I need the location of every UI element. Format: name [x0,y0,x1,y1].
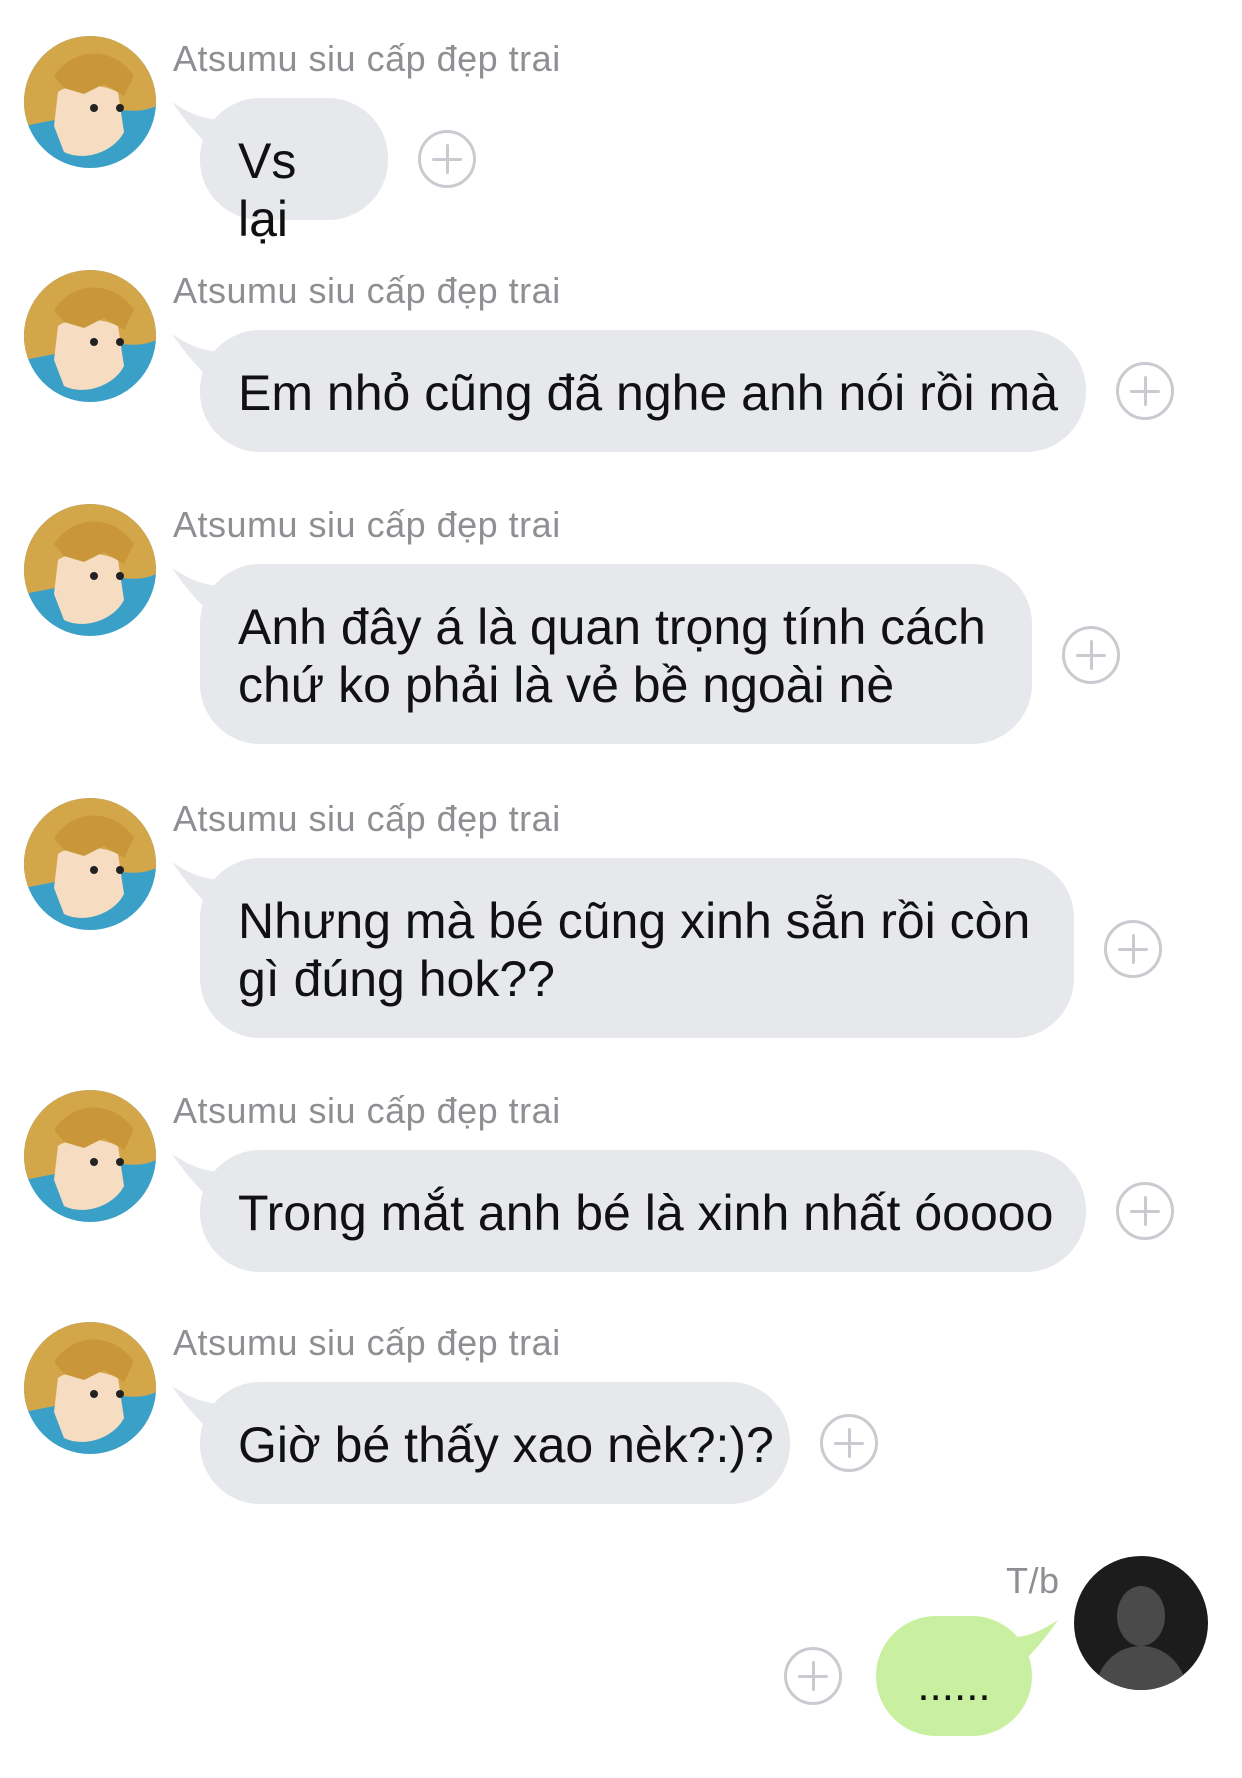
message-row: Atsumu siu cấp đẹp trai Anh đây á là qua… [0,466,1242,756]
plus-circle-icon[interactable] [418,130,476,188]
message-row: Atsumu siu cấp đẹp trai Trong mắt anh bé… [0,1052,1242,1282]
outgoing-message-row: T/b ...... [0,1530,1242,1778]
message-row: Atsumu siu cấp đẹp trai Em nhỏ cũng đã n… [0,232,1242,452]
plus-circle-icon[interactable] [1116,1182,1174,1240]
sender-name: Atsumu siu cấp đẹp trai [173,270,561,311]
plus-circle-icon[interactable] [820,1414,878,1472]
person-silhouette-icon[interactable] [1074,1556,1208,1690]
sender-avatar[interactable] [24,270,156,402]
sender-name: Atsumu siu cấp đẹp trai [173,798,561,839]
message-bubble[interactable]: Em nhỏ cũng đã nghe anh nói rồi mà [200,330,1086,452]
message-bubble[interactable]: ...... [876,1616,1032,1736]
message-bubble[interactable]: Nhưng mà bé cũng xinh sẵn rồi còn gì đún… [200,858,1074,1038]
message-bubble[interactable]: Anh đây á là quan trọng tính cách chứ ko… [200,564,1032,744]
sender-name: Atsumu siu cấp đẹp trai [173,504,561,545]
message-bubble[interactable]: Trong mắt anh bé là xinh nhất óoooo [200,1150,1086,1272]
message-bubble[interactable]: Giờ bé thấy xao nèk?:)? [200,1382,790,1504]
sender-name: T/b [1006,1560,1060,1601]
message-row: Atsumu siu cấp đẹp trai Giờ bé thấy xao … [0,1284,1242,1514]
sender-avatar[interactable] [24,1090,156,1222]
sender-avatar[interactable] [24,504,156,636]
plus-circle-icon[interactable] [784,1647,842,1705]
message-row: Atsumu siu cấp đẹp trai Nhưng mà bé cũng… [0,760,1242,1050]
sender-name: Atsumu siu cấp đẹp trai [173,1322,561,1363]
sender-avatar[interactable] [24,36,156,168]
plus-circle-icon[interactable] [1104,920,1162,978]
sender-avatar[interactable] [24,798,156,930]
plus-circle-icon[interactable] [1116,362,1174,420]
sender-name: Atsumu siu cấp đẹp trai [173,1090,561,1131]
sender-avatar[interactable] [24,1322,156,1454]
message-bubble[interactable]: Vs lại [200,98,388,247]
sender-name: Atsumu siu cấp đẹp trai [173,38,561,79]
message-row: Atsumu siu cấp đẹp trai Vs lại [0,0,1242,247]
plus-circle-icon[interactable] [1062,626,1120,684]
